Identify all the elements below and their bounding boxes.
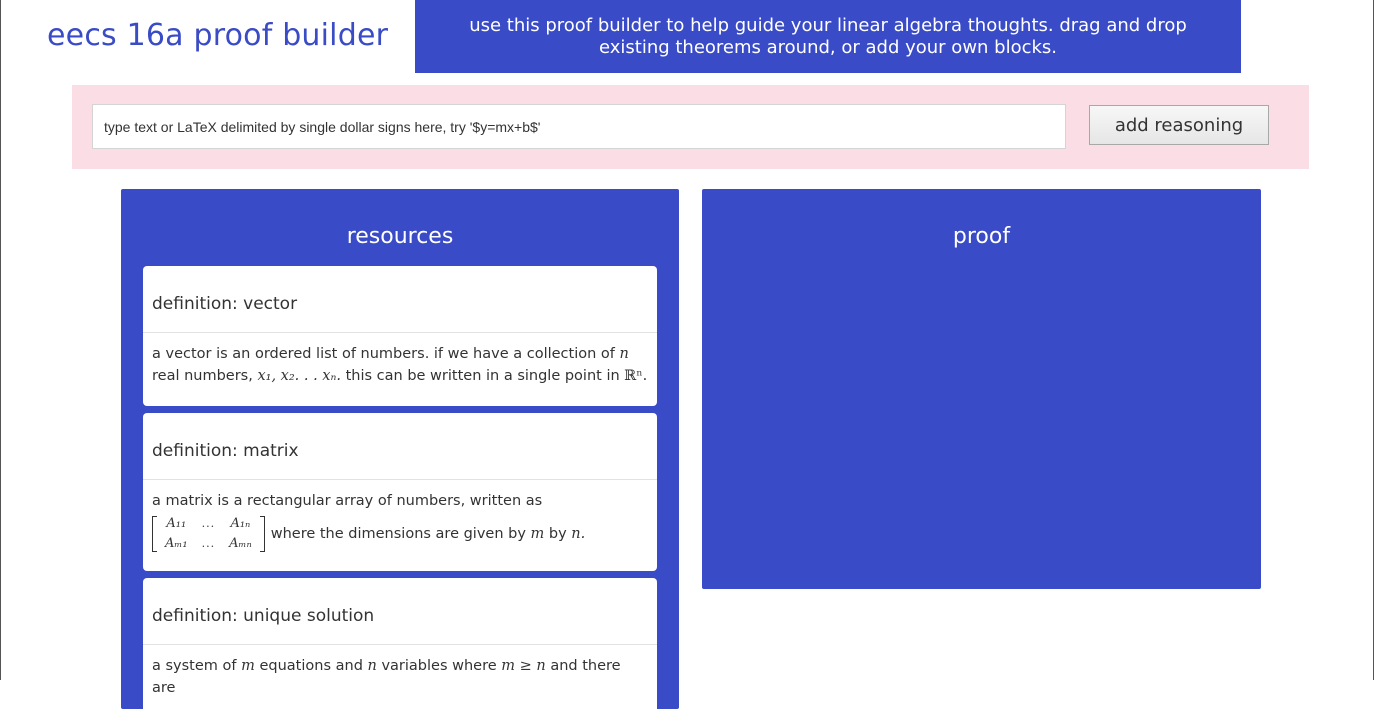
card-text: a system of [152, 658, 237, 674]
card-body: a matrix is a rectangular array of numbe… [143, 480, 657, 554]
card-text: real numbers, [152, 368, 253, 384]
math-var: n [619, 346, 629, 362]
add-reasoning-button[interactable]: add reasoning [1089, 105, 1269, 145]
math-var: n. [571, 526, 586, 542]
matrix-cell: A₁₁ [166, 516, 187, 531]
math-var: m [530, 526, 545, 542]
matrix-cell: Aₘₙ [229, 536, 252, 551]
matrix-cell: Aₘ₁ [165, 536, 188, 551]
matrix-cell: A₁ₙ [230, 516, 251, 531]
banner-line-2: existing theorems around, or add your ow… [598, 37, 1058, 58]
matrix-cell: ... [201, 517, 216, 530]
math-sequence: x₁, x₂. . . xₙ. [257, 368, 341, 384]
reasoning-text-input[interactable] [92, 104, 1066, 149]
resource-card-matrix[interactable]: definition: matrix a matrix is a rectang… [143, 413, 657, 571]
math-matrix: A₁₁ ... A₁ₙ Aₘ₁ ... Aₘₙ [152, 514, 265, 554]
card-text: a vector is an ordered list of numbers. … [152, 346, 615, 362]
site-title: eecs 16a proof builder [47, 18, 389, 53]
card-body: a system of m equations and n variables … [143, 645, 657, 699]
resource-card-unique-solution[interactable]: definition: unique solution a system of … [143, 578, 657, 709]
instructions-banner: use this proof builder to help guide you… [415, 0, 1241, 73]
card-text: equations and [259, 658, 363, 674]
resources-title: resources [346, 224, 454, 249]
card-title: definition: matrix [143, 413, 657, 480]
math-space: ℝⁿ. [624, 368, 648, 384]
proof-panel[interactable]: proof [702, 189, 1261, 589]
card-text: a matrix is a rectangular array of numbe… [152, 493, 543, 509]
card-text: where the dimensions are given by [270, 526, 526, 542]
proof-title: proof [952, 224, 1011, 249]
banner-line-1: use this proof builder to help guide you… [469, 15, 1187, 36]
card-title: definition: vector [143, 266, 657, 333]
resource-card-vector[interactable]: definition: vector a vector is an ordere… [143, 266, 657, 406]
resources-panel[interactable]: resources definition: vector a vector is… [121, 189, 679, 709]
math-inequality: m ≥ n [501, 658, 546, 674]
card-text: this can be written in a single point in [345, 368, 620, 384]
card-text: variables where [381, 658, 497, 674]
card-title: definition: unique solution [143, 578, 657, 645]
matrix-line: A₁₁ ... A₁ₙ Aₘ₁ ... Aₘₙ where the dimens… [152, 514, 648, 554]
card-text: by [548, 526, 567, 542]
card-body: a vector is an ordered list of numbers. … [143, 333, 657, 387]
reasoning-input-bar: add reasoning [72, 85, 1309, 169]
math-var: n [367, 658, 377, 674]
page-frame: eecs 16a proof builder use this proof bu… [0, 0, 1374, 709]
matrix-cell: ... [201, 537, 216, 550]
math-var: m [241, 658, 255, 674]
